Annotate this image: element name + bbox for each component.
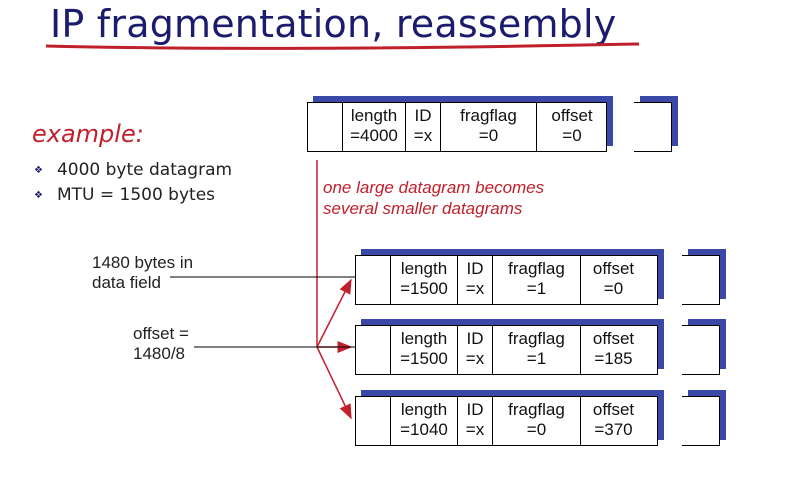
arrow-to-fragment-3	[316, 346, 352, 420]
fragment-2-payload-bracket	[682, 319, 726, 375]
id-field: ID =x	[457, 325, 492, 375]
fragflag-field: fragflag =0	[492, 396, 580, 446]
fragment-2: length =1500 ID =x fragflag =1 offset =185	[355, 319, 664, 375]
length-field: length =4000	[342, 102, 405, 152]
fragflag-field: fragflag =0	[440, 102, 536, 152]
fragment-3-payload-bracket	[682, 390, 726, 446]
original-datagram: length =4000 ID =x fragflag =0 offset =0	[307, 96, 613, 152]
fragflag-field: fragflag =1	[492, 325, 580, 375]
offset-field: offset =0	[580, 255, 646, 305]
offset-field: offset =0	[536, 102, 607, 152]
length-field: length =1040	[390, 396, 457, 446]
fragment-3: length =1040 ID =x fragflag =0 offset =370	[355, 390, 664, 446]
length-field: length =1500	[390, 325, 457, 375]
id-field: ID =x	[457, 396, 492, 446]
fragment-1-payload-bracket	[682, 249, 726, 305]
arrow-to-fragment-1	[316, 278, 352, 348]
original-payload-bracket	[634, 96, 678, 152]
length-field: length =1500	[390, 255, 457, 305]
id-field: ID =x	[405, 102, 440, 152]
fragment-1: length =1500 ID =x fragflag =1 offset =0	[355, 249, 664, 305]
offset-field: offset =370	[580, 396, 646, 446]
offset-field: offset =185	[580, 325, 646, 375]
fragflag-field: fragflag =1	[492, 255, 580, 305]
id-field: ID =x	[457, 255, 492, 305]
